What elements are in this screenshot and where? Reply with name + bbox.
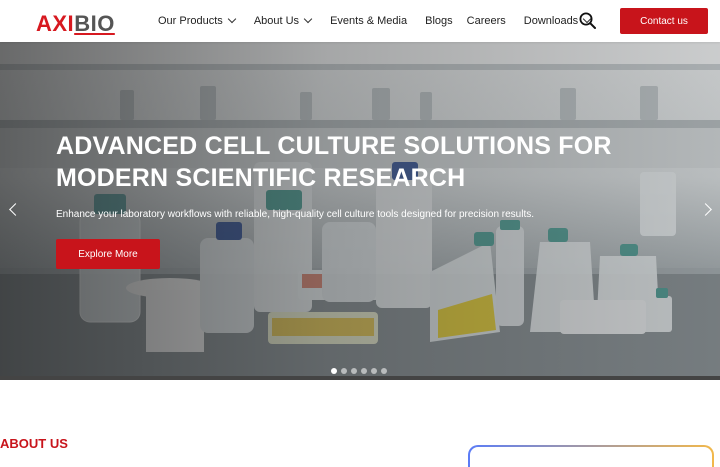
nav-item-label: Blogs <box>425 15 453 27</box>
hero-title: ADVANCED CELL CULTURE SOLUTIONS FOR MODE… <box>56 132 612 192</box>
slider-dot[interactable] <box>361 368 367 374</box>
nav-item-label: Events & Media <box>330 15 408 27</box>
site-header: AXI BIO Our Products About Us Events & Me… <box>0 0 720 42</box>
slider-dot[interactable] <box>351 368 357 374</box>
slider-dot[interactable] <box>371 368 377 374</box>
nav-item-events-media[interactable]: Events & Media <box>330 15 407 27</box>
axibio-logo[interactable]: AXI BIO <box>36 9 115 35</box>
explore-more-button[interactable]: Explore More <box>56 239 160 269</box>
nav-item-label: About Us <box>253 15 300 27</box>
contact-us-button[interactable]: Contact us <box>620 8 708 34</box>
main-nav: Our Products About Us Events & Media Blo… <box>158 0 592 42</box>
nav-item-our-products[interactable]: Our Products <box>158 14 237 27</box>
chevron-down-icon <box>303 14 313 24</box>
slider-dot[interactable] <box>381 368 387 374</box>
slider-dots <box>331 368 387 374</box>
hero-subtitle: Enhance your laboratory workflows with r… <box>56 209 535 220</box>
about-us-heading: ABOUT US <box>0 436 68 451</box>
logo-text-bio: BIO <box>74 11 115 36</box>
chevron-down-icon <box>227 14 237 24</box>
about-gradient-card <box>468 445 714 467</box>
hero-slider: ADVANCED CELL CULTURE SOLUTIONS FOR MODE… <box>0 42 720 380</box>
search-icon[interactable] <box>579 12 596 29</box>
nav-item-label: Downloads <box>523 15 579 27</box>
nav-item-careers[interactable]: Careers <box>467 15 506 27</box>
nav-item-label: Our Products <box>158 15 223 27</box>
slider-dot[interactable] <box>331 368 337 374</box>
nav-item-about-us[interactable]: About Us <box>253 14 313 27</box>
slider-dot[interactable] <box>341 368 347 374</box>
nav-item-label: Careers <box>466 15 506 27</box>
logo-text-axi: AXI <box>36 11 75 36</box>
hero-bottom-border <box>0 376 720 380</box>
nav-item-blogs[interactable]: Blogs <box>425 15 453 27</box>
